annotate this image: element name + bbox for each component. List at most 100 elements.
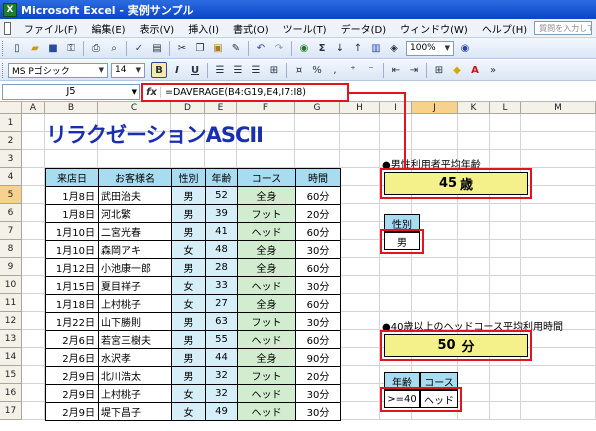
grid-cell[interactable]	[521, 276, 596, 294]
table-cell[interactable]: 44	[205, 348, 238, 367]
column-header[interactable]: C	[98, 102, 171, 114]
font-size-select[interactable]: 14 ▼	[111, 62, 145, 78]
toolbar-grip[interactable]	[2, 62, 5, 78]
help-search-input[interactable]: 質問を入力してください	[534, 21, 592, 35]
table-cell[interactable]: 女	[171, 240, 206, 259]
merge-center-icon[interactable]: ⊞	[266, 62, 282, 78]
table-cell[interactable]: 28	[205, 258, 238, 277]
grid-cell[interactable]	[380, 132, 412, 150]
grid-cell[interactable]	[458, 132, 490, 150]
grid-cell[interactable]	[295, 114, 340, 132]
grid-cell[interactable]	[45, 150, 98, 168]
comma-button[interactable]: ,	[327, 62, 343, 78]
table-cell[interactable]: 女	[171, 294, 206, 313]
currency-icon[interactable]: ¤	[291, 62, 307, 78]
criteria1-value[interactable]: 男	[384, 232, 420, 250]
table-cell[interactable]: 63	[205, 312, 238, 331]
grid-cell[interactable]	[171, 150, 205, 168]
table-cell[interactable]: 2月6日	[45, 330, 99, 349]
table-cell[interactable]: 60分	[295, 222, 341, 241]
column-header[interactable]: G	[295, 102, 340, 114]
grid-cell[interactable]	[340, 222, 380, 240]
grid-cell[interactable]	[22, 294, 45, 312]
table-cell[interactable]: 男	[171, 348, 206, 367]
increase-indent-icon[interactable]: ⇥	[406, 62, 422, 78]
grid-cell[interactable]	[458, 222, 490, 240]
grid-cell[interactable]	[521, 294, 596, 312]
table-cell[interactable]: 30分	[295, 240, 341, 259]
table-cell[interactable]: 男	[171, 222, 206, 241]
grid-cell[interactable]	[521, 186, 596, 204]
grid-cell[interactable]	[22, 186, 45, 204]
undo-icon[interactable]: ↶	[253, 40, 269, 56]
row-header[interactable]: 12	[0, 312, 22, 330]
table-cell[interactable]: 男	[171, 186, 206, 205]
grid-cell[interactable]	[380, 276, 412, 294]
zoom-select[interactable]: 100% ▼	[406, 40, 454, 56]
grid-cell[interactable]	[412, 258, 458, 276]
grid-cell[interactable]	[521, 132, 596, 150]
grid-cell[interactable]	[205, 150, 237, 168]
row-header[interactable]: 1	[0, 114, 22, 132]
grid-cell[interactable]	[490, 366, 521, 384]
menu-view[interactable]: 表示(V)	[133, 21, 182, 36]
grid-cell[interactable]	[340, 204, 380, 222]
formula-input[interactable]: fx =DAVERAGE(B4:G19,E4,I7:I8)	[141, 83, 349, 102]
column-header[interactable]: M	[521, 102, 596, 114]
grid-cell[interactable]	[340, 168, 380, 186]
grid-cell[interactable]	[22, 402, 45, 420]
table-cell[interactable]: 30分	[295, 402, 341, 421]
table-cell[interactable]: フット	[237, 366, 296, 385]
table-cell[interactable]: 2月6日	[45, 348, 99, 367]
grid-cell[interactable]	[340, 132, 380, 150]
decrease-indent-icon[interactable]: ⇤	[388, 62, 404, 78]
column-header[interactable]: A	[22, 102, 45, 114]
name-box[interactable]: J5 ▼	[2, 83, 140, 100]
row-header[interactable]: 15	[0, 366, 22, 384]
font-color-icon[interactable]: A	[467, 62, 483, 78]
table-header-cell[interactable]: 性別	[171, 168, 206, 187]
grid-cell[interactable]	[458, 276, 490, 294]
grid-cell[interactable]	[22, 384, 45, 402]
table-cell[interactable]: 1月15日	[45, 276, 99, 295]
spelling-icon[interactable]: ✓	[131, 40, 147, 56]
row-header[interactable]: 11	[0, 294, 22, 312]
row-header[interactable]: 3	[0, 150, 22, 168]
hyperlink-icon[interactable]: ◉	[296, 40, 312, 56]
table-cell[interactable]: 上村桃子	[98, 294, 172, 313]
table-cell[interactable]: 20分	[295, 204, 341, 223]
help-icon[interactable]: ◉	[457, 40, 473, 56]
column-header[interactable]: E	[205, 102, 237, 114]
row-header[interactable]: 8	[0, 240, 22, 258]
table-cell[interactable]: フット	[237, 312, 296, 331]
permission-icon[interactable]: ⚿	[63, 40, 79, 56]
grid-cell[interactable]	[380, 294, 412, 312]
table-cell[interactable]: 41	[205, 222, 238, 241]
grid-cell[interactable]	[22, 204, 45, 222]
grid-cell[interactable]	[521, 114, 596, 132]
column-header[interactable]: D	[171, 102, 205, 114]
menu-data[interactable]: データ(D)	[334, 21, 394, 36]
grid-cell[interactable]	[458, 114, 490, 132]
table-cell[interactable]: 河北繁	[98, 204, 172, 223]
copy-icon[interactable]: ❐	[192, 40, 208, 56]
grid-cell[interactable]	[295, 150, 340, 168]
row-header[interactable]: 6	[0, 204, 22, 222]
menu-file[interactable]: ファイル(F)	[17, 21, 85, 36]
grid-cell[interactable]	[22, 168, 45, 186]
result-head-course-time[interactable]: 50 分	[384, 334, 528, 357]
table-cell[interactable]: 二宮光春	[98, 222, 172, 241]
table-cell[interactable]: 男	[171, 258, 206, 277]
grid-cell[interactable]	[380, 258, 412, 276]
table-cell[interactable]: 北川浩太	[98, 366, 172, 385]
row-header[interactable]: 2	[0, 132, 22, 150]
grid-cell[interactable]	[22, 366, 45, 384]
grid-cell[interactable]	[340, 330, 380, 348]
grid-cell[interactable]	[22, 222, 45, 240]
grid-cell[interactable]	[490, 402, 521, 420]
menu-insert[interactable]: 挿入(I)	[181, 21, 226, 36]
column-header[interactable]: F	[237, 102, 295, 114]
table-header-cell[interactable]: お客様名	[98, 168, 172, 187]
column-header[interactable]: I	[380, 102, 412, 114]
borders-icon[interactable]: ⊞	[431, 62, 447, 78]
